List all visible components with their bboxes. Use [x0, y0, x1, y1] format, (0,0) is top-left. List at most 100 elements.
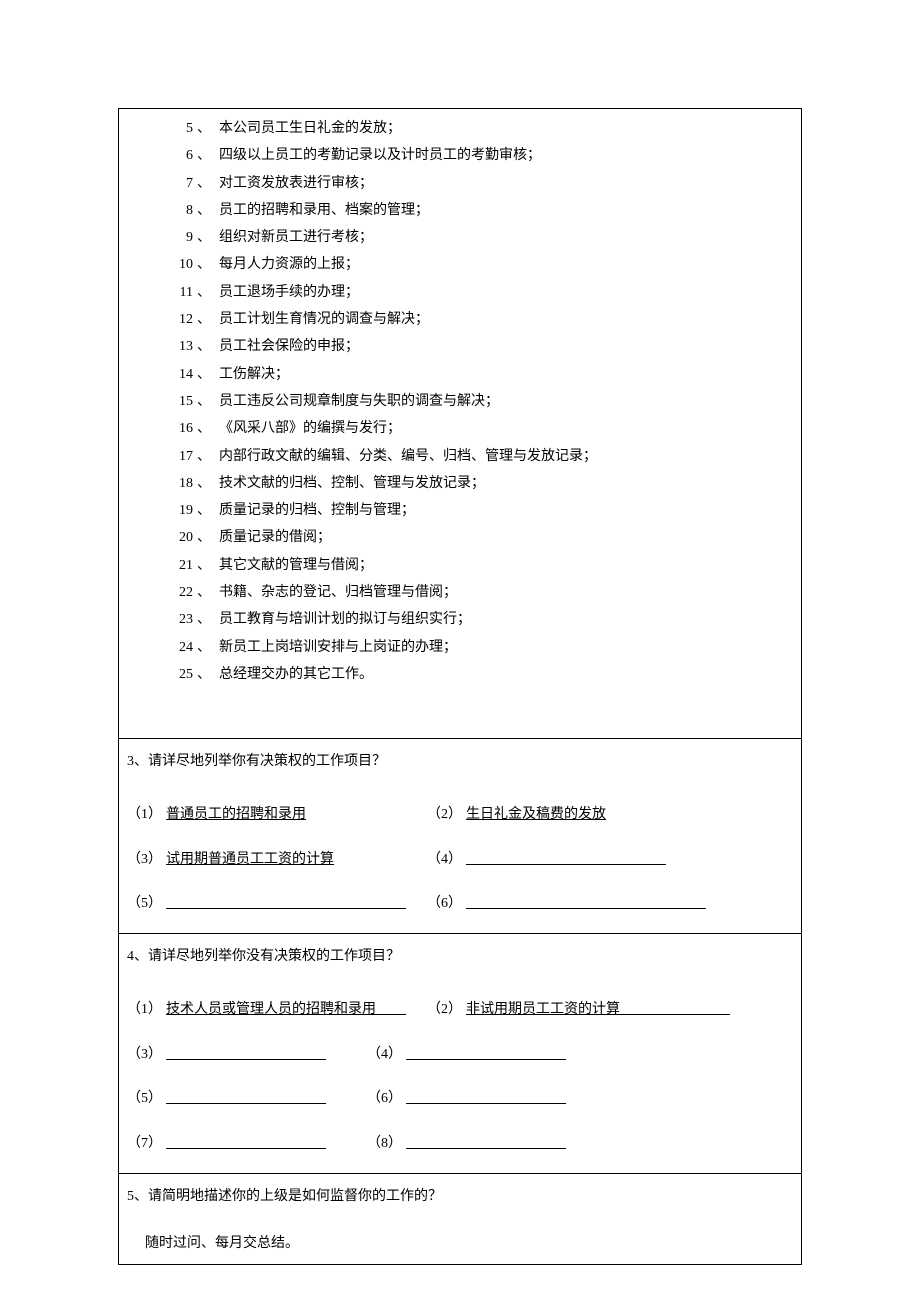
question-3: 3、请详尽地列举你有决策权的工作项目？ （1） 普通员工的招聘和录用 （2） 生…: [119, 739, 801, 934]
list-item-sep: 、: [197, 333, 219, 360]
list-item: 25、总经理交办的其它工作。: [127, 661, 793, 688]
q4-blank-7: [166, 1135, 326, 1149]
list-item-sep: 、: [197, 224, 219, 251]
list-item-text: 质量记录的借阅；: [219, 524, 331, 551]
q3-label-2: （2）: [427, 793, 466, 838]
list-item: 11、员工退场手续的办理；: [127, 279, 793, 306]
list-item: 18、技术文献的归档、控制、管理与发放记录；: [127, 470, 793, 497]
list-item: 10、每月人力资源的上报；: [127, 251, 793, 278]
list-item-sep: 、: [197, 470, 219, 497]
list-item-num: 14: [165, 361, 197, 388]
q3-label-5: （5）: [127, 882, 166, 927]
list-item-sep: 、: [197, 524, 219, 551]
q4-blank-3: [166, 1046, 326, 1060]
q5-answer: 随时过问、每月交总结。: [127, 1214, 793, 1258]
list-item: 23、员工教育与培训计划的拟订与组织实行；: [127, 606, 793, 633]
q3-item-5: （5）: [127, 882, 427, 927]
q3-text-2: 生日礼金及稿费的发放: [466, 793, 606, 838]
list-item-sep: 、: [197, 388, 219, 415]
q3-item-4: （4）: [427, 838, 666, 883]
list-item-num: 18: [165, 470, 197, 497]
q5-prompt: 5、请简明地描述你的上级是如何监督你的工作的？: [127, 1180, 793, 1214]
list-item: 19、质量记录的归档、控制与管理；: [127, 497, 793, 524]
list-item: 16、《风采八部》的编撰与发行；: [127, 415, 793, 442]
q3-item-2: （2） 生日礼金及稿费的发放: [427, 793, 606, 838]
question-5: 5、请简明地描述你的上级是如何监督你的工作的？ 随时过问、每月交总结。: [119, 1174, 801, 1265]
q4-blank-8: [406, 1135, 566, 1149]
q4-label-7: （7）: [127, 1122, 166, 1167]
list-item-text: 新员工上岗培训安排与上岗证的办理；: [219, 634, 457, 661]
list-item-text: 《风采八部》的编撰与发行；: [219, 415, 401, 442]
list-item-num: 22: [165, 579, 197, 606]
q4-label-3: （3）: [127, 1033, 166, 1078]
list-item-num: 21: [165, 552, 197, 579]
list-item-sep: 、: [197, 634, 219, 661]
list-item-sep: 、: [197, 115, 219, 142]
list-item-text: 技术文献的归档、控制、管理与发放记录；: [219, 470, 485, 497]
q3-label-4: （4）: [427, 838, 466, 883]
list-item-num: 17: [165, 443, 197, 470]
list-item-text: 员工教育与培训计划的拟订与组织实行；: [219, 606, 471, 633]
q4-text-1: 技术人员或管理人员的招聘和录用: [166, 988, 376, 1033]
q3-prompt: 3、请详尽地列举你有决策权的工作项目？: [127, 745, 793, 779]
list-item-text: 员工的招聘和录用、档案的管理；: [219, 197, 429, 224]
list-item: 12、员工计划生育情况的调查与解决；: [127, 306, 793, 333]
list-item-text: 员工退场手续的办理；: [219, 279, 359, 306]
list-item-text: 员工违反公司规章制度与失职的调查与解决；: [219, 388, 499, 415]
list-item-num: 24: [165, 634, 197, 661]
list-item-text: 书籍、杂志的登记、归档管理与借阅；: [219, 579, 457, 606]
list-item-sep: 、: [197, 279, 219, 306]
list-item-num: 23: [165, 606, 197, 633]
list-item-num: 9: [165, 224, 197, 251]
list-item-num: 8: [165, 197, 197, 224]
list-item-text: 每月人力资源的上报；: [219, 251, 359, 278]
list-item: 9、组织对新员工进行考核；: [127, 224, 793, 251]
document-page: 5、本公司员工生日礼金的发放；6、四级以上员工的考勤记录以及计时员工的考勤审核；…: [118, 108, 802, 1265]
q4-blank-5: [166, 1090, 326, 1104]
list-item-num: 13: [165, 333, 197, 360]
list-item: 24、新员工上岗培训安排与上岗证的办理；: [127, 634, 793, 661]
q4-item-4: （4）: [367, 1033, 566, 1078]
list-item-sep: 、: [197, 552, 219, 579]
q4-item-3: （3）: [127, 1033, 367, 1078]
list-item-text: 质量记录的归档、控制与管理；: [219, 497, 415, 524]
q4-item-5: （5）: [127, 1077, 367, 1122]
list-item: 20、质量记录的借阅；: [127, 524, 793, 551]
list-item-sep: 、: [197, 579, 219, 606]
list-item: 15、员工违反公司规章制度与失职的调查与解决；: [127, 388, 793, 415]
q3-text-1: 普通员工的招聘和录用: [166, 793, 306, 838]
list-item-sep: 、: [197, 606, 219, 633]
list-item-text: 员工社会保险的申报；: [219, 333, 359, 360]
list-item-text: 其它文献的管理与借阅；: [219, 552, 373, 579]
list-item: 13、员工社会保险的申报；: [127, 333, 793, 360]
list-item: 8、员工的招聘和录用、档案的管理；: [127, 197, 793, 224]
list-item: 17、内部行政文献的编辑、分类、编号、归档、管理与发放记录；: [127, 443, 793, 470]
list-item: 7、对工资发放表进行审核；: [127, 170, 793, 197]
q4-label-2: （2）: [427, 988, 466, 1033]
list-item-num: 15: [165, 388, 197, 415]
q4-item-6: （6）: [367, 1077, 566, 1122]
list-item-sep: 、: [197, 170, 219, 197]
list-item-text: 对工资发放表进行审核；: [219, 170, 373, 197]
list-item-num: 19: [165, 497, 197, 524]
q3-label-3: （3）: [127, 838, 166, 883]
list-item-text: 员工计划生育情况的调查与解决；: [219, 306, 429, 333]
list-item-sep: 、: [197, 197, 219, 224]
q3-text-3: 试用期普通员工工资的计算: [166, 838, 334, 883]
list-item-sep: 、: [197, 361, 219, 388]
q4-item-1: （1） 技术人员或管理人员的招聘和录用: [127, 988, 427, 1033]
list-item-text: 组织对新员工进行考核；: [219, 224, 373, 251]
q4-label-8: （8）: [367, 1122, 406, 1167]
section2-list: 5、本公司员工生日礼金的发放；6、四级以上员工的考勤记录以及计时员工的考勤审核；…: [119, 109, 801, 739]
q3-label-1: （1）: [127, 793, 166, 838]
q4-blank-ext1: [376, 1001, 406, 1015]
list-item-num: 5: [165, 115, 197, 142]
list-item: 6、四级以上员工的考勤记录以及计时员工的考勤审核；: [127, 142, 793, 169]
list-item-text: 工伤解决；: [219, 361, 289, 388]
list-item-num: 11: [165, 279, 197, 306]
q4-label-6: （6）: [367, 1077, 406, 1122]
list-item-sep: 、: [197, 497, 219, 524]
q4-answers: （1） 技术人员或管理人员的招聘和录用 （2） 非试用期员工工资的计算 （3） …: [127, 974, 793, 1167]
q4-text-2: 非试用期员工工资的计算: [466, 988, 620, 1033]
q4-item-8: （8）: [367, 1122, 566, 1167]
